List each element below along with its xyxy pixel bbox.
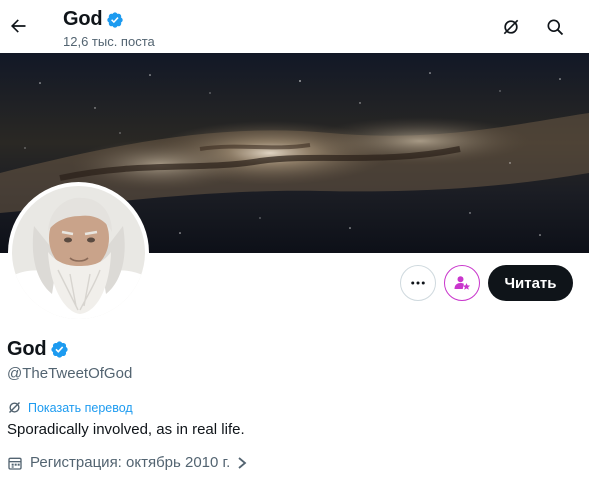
translate-icon — [503, 19, 519, 35]
avatar — [12, 186, 145, 319]
chevron-right-icon[interactable] — [236, 456, 248, 470]
profile-name-row: God — [7, 338, 69, 361]
posts-count: 12,6 тыс. поста — [63, 34, 155, 49]
more-button[interactable] — [400, 265, 436, 301]
translate-row[interactable]: Показать перевод — [7, 400, 133, 415]
verified-badge-icon[interactable] — [50, 340, 69, 359]
subscribe-star-icon — [454, 276, 471, 290]
show-translation-link[interactable]: Показать перевод — [28, 401, 133, 415]
arrow-left-icon — [11, 19, 26, 33]
verified-badge-icon — [107, 11, 124, 28]
joined-row[interactable]: Регистрация: октябрь 2010 г. — [7, 454, 248, 471]
search-icon — [547, 19, 564, 36]
display-name: God — [7, 338, 47, 360]
back-button[interactable] — [2, 10, 34, 42]
profile-avatar[interactable] — [8, 182, 149, 323]
follow-button[interactable]: Читать — [488, 265, 573, 301]
handle: @TheTweetOfGod — [7, 365, 133, 382]
more-dots-icon — [411, 281, 425, 285]
search-button[interactable] — [540, 12, 570, 42]
translate-button[interactable] — [496, 12, 526, 42]
bio: Sporadically involved, as in real life. — [7, 421, 245, 438]
header-title: God — [63, 8, 124, 31]
translate-icon — [9, 402, 20, 413]
calendar-icon — [8, 457, 22, 470]
top-bar: God 12,6 тыс. поста — [0, 0, 589, 53]
joined-date: Регистрация: октябрь 2010 г. — [30, 454, 231, 471]
subscribe-button[interactable] — [444, 265, 480, 301]
header-name: God — [63, 8, 103, 30]
